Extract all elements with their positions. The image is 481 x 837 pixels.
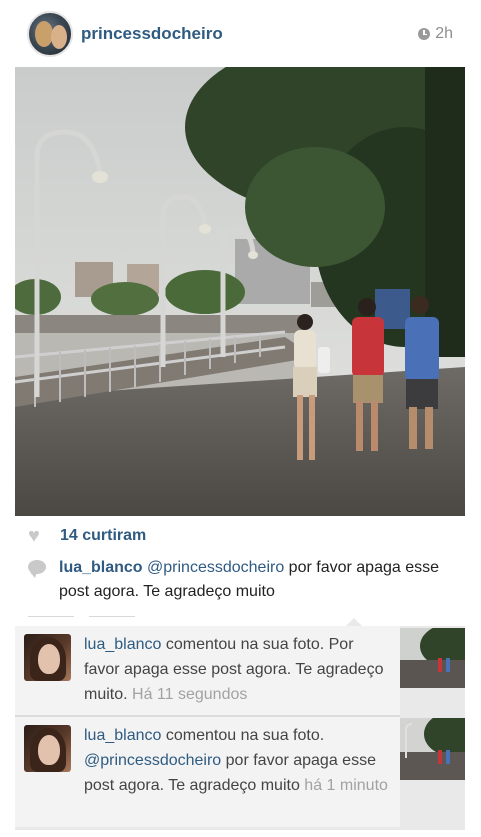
post-time: 2h [418, 25, 453, 43]
notification-username[interactable]: lua_blanco [84, 727, 161, 744]
comment-mention[interactable]: @princessdocheiro [147, 559, 284, 576]
notification-time: há 1 minuto [304, 777, 388, 794]
notification-mention[interactable]: @princessdocheiro [84, 752, 221, 769]
post-header: princessdocheiro 2h [0, 0, 481, 66]
notification-text: lua_blanco comentou na sua foto. Por fav… [84, 632, 389, 707]
thumbnail-image [400, 628, 465, 688]
thumbnail-image [400, 718, 465, 780]
comment-text: lua_blanco @princessdocheiro por favor a… [59, 556, 458, 604]
user-avatar[interactable] [27, 11, 73, 57]
photo-image [15, 67, 465, 516]
likes-row[interactable]: ♥ 14 curtiram [28, 524, 146, 548]
divider [28, 616, 74, 617]
notification-item[interactable]: lua_blanco comentou na sua foto. @prince… [15, 717, 400, 827]
comment-row: lua_blanco @princessdocheiro por favor a… [28, 556, 458, 604]
heart-icon: ♥ [28, 525, 40, 547]
comment-bubble-icon [28, 560, 46, 578]
notification-time: Há 11 segundos [132, 686, 248, 703]
notification-avatar[interactable] [24, 725, 71, 772]
post-username[interactable]: princessdocheiro [81, 24, 223, 44]
notification-thumbnail[interactable] [400, 718, 465, 780]
post-time-label: 2h [435, 25, 453, 42]
clock-icon [418, 28, 431, 40]
notification-avatar[interactable] [24, 634, 71, 681]
notification-pointer [346, 618, 362, 626]
notification-text: lua_blanco comentou na sua foto. @prince… [84, 723, 389, 798]
post-photo[interactable] [15, 67, 465, 516]
notification-thumbnail[interactable] [400, 628, 465, 688]
notification-action: comentou na sua foto. [161, 727, 325, 744]
notification-item[interactable]: lua_blanco comentou na sua foto. Por fav… [15, 626, 400, 715]
divider [89, 616, 135, 617]
likes-count[interactable]: 14 curtiram [60, 527, 146, 545]
notification-username[interactable]: lua_blanco [84, 636, 161, 653]
comment-username[interactable]: lua_blanco [59, 559, 143, 576]
